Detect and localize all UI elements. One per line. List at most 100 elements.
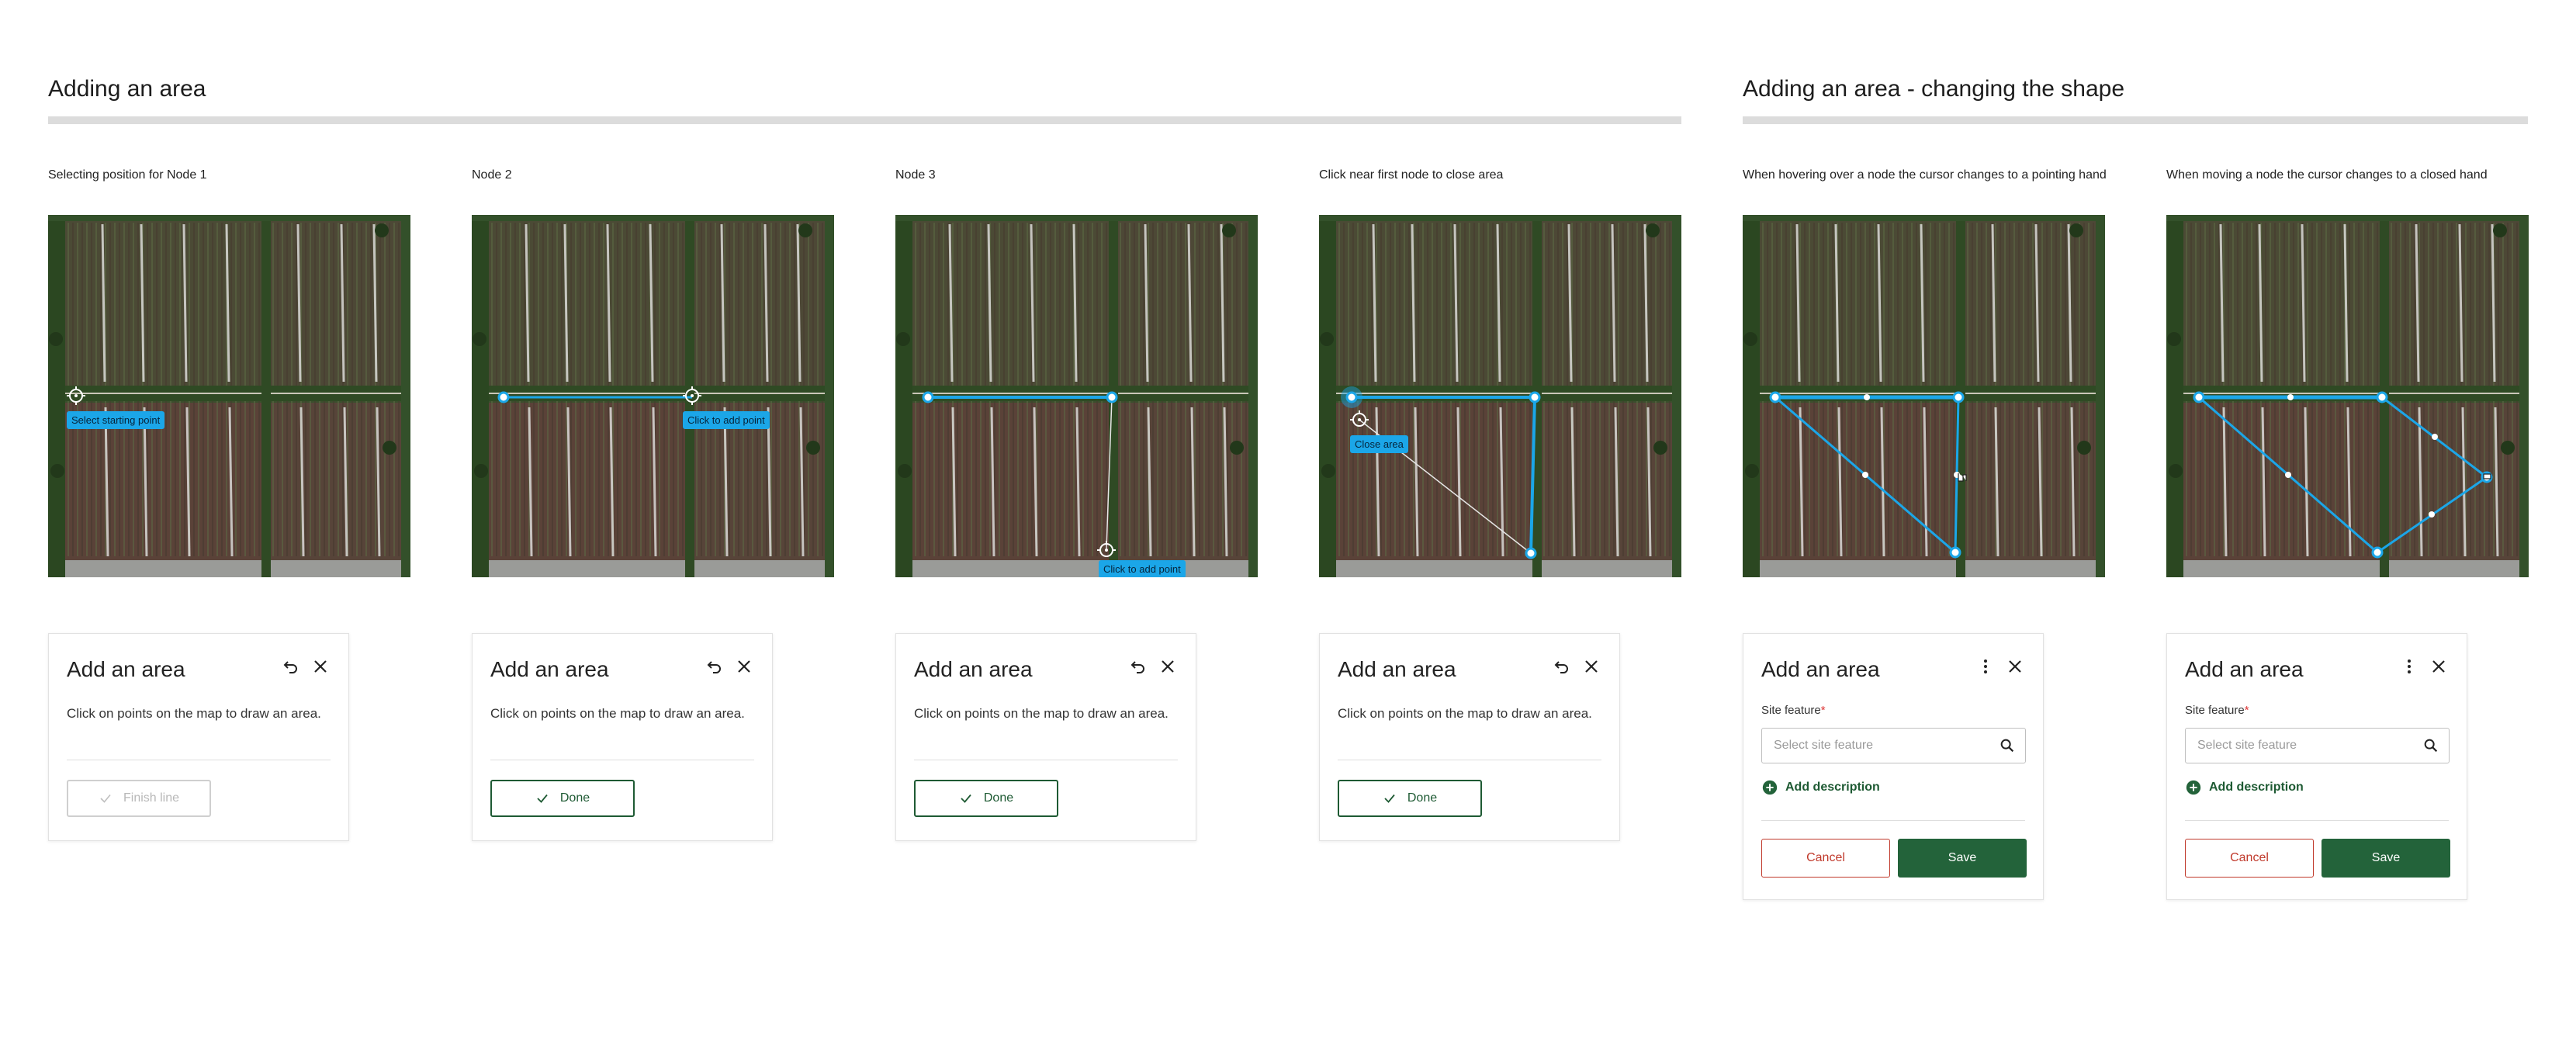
close-icon[interactable] — [735, 657, 753, 676]
done-label: Done — [1407, 791, 1438, 805]
panel-title: Add an area — [914, 657, 1033, 681]
polygon-node[interactable] — [2376, 391, 2388, 403]
search-placeholder: Select site feature — [2197, 739, 2297, 752]
site-feature-search-input[interactable]: Select site feature — [1761, 728, 2026, 763]
done-button[interactable]: Done — [914, 780, 1058, 817]
map-view-1[interactable]: Select starting point — [48, 215, 410, 577]
close-icon[interactable] — [2429, 657, 2448, 676]
crosshair-cursor-icon — [1097, 541, 1116, 557]
undo-icon[interactable] — [705, 657, 724, 676]
done-button[interactable]: Done — [490, 780, 635, 817]
undo-icon[interactable] — [1129, 657, 1148, 676]
polygon-node[interactable] — [1106, 391, 1118, 403]
done-label: Done — [559, 791, 590, 805]
polygon-node[interactable] — [922, 391, 934, 403]
edge-midpoint[interactable] — [1862, 472, 1868, 478]
search-placeholder: Select site feature — [1774, 739, 1874, 752]
caption-step-2: Node 2 — [472, 168, 512, 182]
tooltip-click-add: Click to add point — [683, 411, 770, 429]
polygon-node[interactable] — [1529, 391, 1541, 403]
undo-icon[interactable] — [1553, 657, 1571, 676]
cancel-button[interactable]: Cancel — [2185, 839, 2314, 878]
save-button[interactable]: Save — [1898, 839, 2027, 878]
edge-midpoint[interactable] — [2432, 434, 2438, 440]
polygon-node[interactable] — [1345, 391, 1358, 403]
section-divider — [1743, 116, 2528, 124]
search-icon[interactable] — [2422, 737, 2439, 754]
panel-description: Click on points on the map to draw an ar… — [1338, 706, 1592, 721]
drawing-line — [1106, 396, 1113, 549]
crosshair-cursor-icon — [683, 386, 701, 405]
caption-step-4: Click near first node to close area — [1319, 168, 1504, 182]
section-divider — [48, 116, 1681, 124]
undo-icon[interactable] — [282, 657, 300, 676]
map-view-5[interactable] — [1743, 215, 2105, 577]
polygon-node[interactable] — [2193, 391, 2205, 403]
tooltip-click-add: Click to add point — [1099, 560, 1186, 577]
finish-line-button[interactable]: Finish line — [67, 780, 211, 817]
panel-divider — [2185, 820, 2449, 821]
polygon-node[interactable] — [1949, 546, 1961, 559]
crosshair-cursor-icon — [1350, 410, 1369, 427]
section-title-adding-area: Adding an area — [48, 76, 206, 102]
add-description-label: Add description — [1785, 781, 1880, 794]
map-view-2[interactable]: Click to add point — [472, 215, 834, 577]
more-vertical-icon[interactable] — [1976, 657, 1995, 676]
close-icon[interactable] — [2006, 657, 2024, 676]
polygon-node[interactable] — [497, 391, 510, 403]
polygon-node[interactable] — [1769, 391, 1781, 403]
check-icon — [100, 794, 111, 803]
site-feature-label: Site feature* — [1761, 704, 1826, 717]
add-description-label: Add description — [2209, 781, 2304, 794]
area-polygon — [2195, 396, 2489, 554]
caption-step-5: When hovering over a node the cursor cha… — [1743, 168, 2107, 182]
panel-description: Click on points on the map to draw an ar… — [914, 706, 1169, 721]
panel-title: Add an area — [490, 657, 609, 681]
plus-circle-icon — [2186, 780, 2201, 795]
finish-line-label: Finish line — [123, 791, 180, 805]
panel-title: Add an area — [2185, 657, 2304, 681]
more-vertical-icon[interactable] — [2400, 657, 2418, 676]
add-area-form-panel: Add an area Site feature* Select site fe… — [2166, 633, 2467, 900]
tooltip-select-start: Select starting point — [67, 411, 165, 429]
caption-step-3: Node 3 — [895, 168, 936, 182]
caption-step-1: Selecting position for Node 1 — [48, 168, 207, 182]
panel-description: Click on points on the map to draw an ar… — [490, 706, 745, 721]
cancel-button[interactable]: Cancel — [1761, 839, 1890, 878]
site-feature-label: Site feature* — [2185, 704, 2249, 717]
close-icon[interactable] — [311, 657, 330, 676]
map-view-4[interactable]: Close area — [1319, 215, 1681, 577]
check-icon — [537, 794, 548, 803]
polygon-node[interactable] — [1525, 547, 1537, 559]
search-icon[interactable] — [1999, 737, 2016, 754]
close-icon[interactable] — [1582, 657, 1601, 676]
add-area-panel: Add an area Click on points on the map t… — [1319, 633, 1620, 841]
polygon-node[interactable] — [1952, 391, 1965, 403]
panel-description: Click on points on the map to draw an ar… — [67, 706, 321, 721]
hand-cursor-icon — [2483, 473, 2491, 479]
add-area-form-panel: Add an area Site feature* Select site fe… — [1743, 633, 2044, 900]
tooltip-close-area: Close area — [1350, 435, 1408, 453]
hand-cursor-icon — [1958, 473, 1967, 482]
map-view-6[interactable] — [2166, 215, 2529, 577]
edge-midpoint[interactable] — [2287, 394, 2294, 400]
polygon-node[interactable] — [2371, 546, 2384, 559]
polygon-edge — [1352, 396, 1537, 554]
add-description-button[interactable]: Add description — [1761, 779, 1880, 796]
add-area-panel: Add an area Click on points on the map t… — [895, 633, 1196, 841]
done-label: Done — [983, 791, 1014, 805]
map-view-3[interactable]: Click to add point — [895, 215, 1258, 577]
section-title-changing-shape: Adding an area - changing the shape — [1743, 76, 2125, 102]
site-feature-search-input[interactable]: Select site feature — [2185, 728, 2450, 763]
edge-midpoint[interactable] — [1864, 394, 1870, 400]
save-button[interactable]: Save — [2322, 839, 2450, 878]
check-icon — [961, 794, 971, 803]
add-area-panel: Add an area Click on points on the map t… — [472, 633, 773, 841]
plus-circle-icon — [1762, 780, 1778, 795]
done-button[interactable]: Done — [1338, 780, 1482, 817]
edge-midpoint[interactable] — [2429, 511, 2435, 518]
close-icon[interactable] — [1158, 657, 1177, 676]
add-description-button[interactable]: Add description — [2185, 779, 2304, 796]
edge-midpoint[interactable] — [2285, 472, 2291, 478]
panel-title: Add an area — [67, 657, 185, 681]
